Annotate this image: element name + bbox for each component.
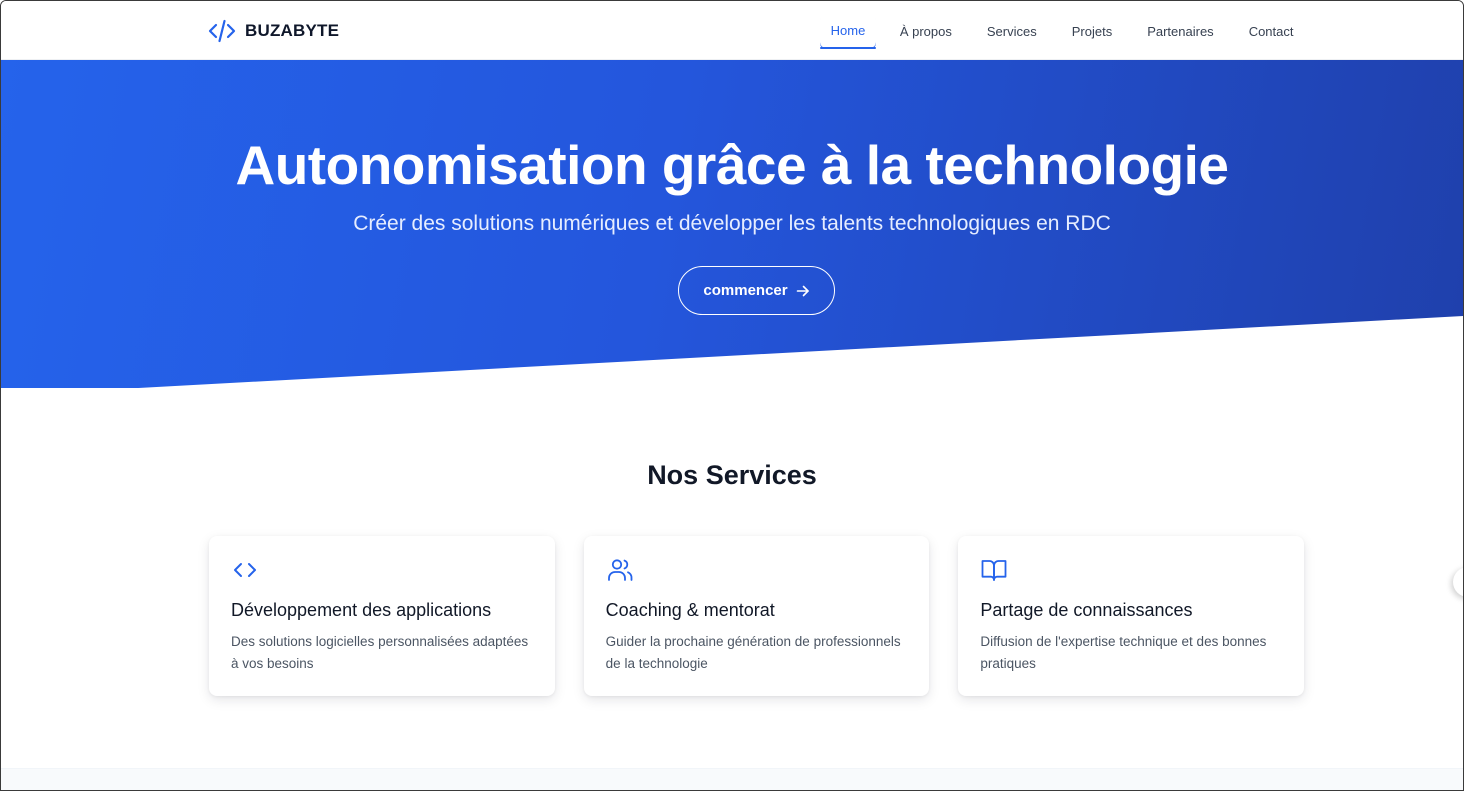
nav-home[interactable]: Home — [819, 15, 877, 49]
nav-projets[interactable]: Projets — [1054, 15, 1129, 49]
service-title: Développement des applications — [231, 600, 492, 620]
nav-services[interactable]: Services — [969, 15, 1054, 49]
service-description: Diffusion de l'expertise technique et de… — [980, 634, 1267, 671]
hero-title: Autonomisation grâce à la technologie — [235, 134, 1229, 196]
service-description: Des solutions logicielles personnalisées… — [231, 634, 529, 671]
book-open-icon — [981, 560, 1007, 581]
service-card-knowledge[interactable]: Partage de connaissances Diffusion de l'… — [958, 536, 1305, 696]
hero-subtitle: Créer des solutions numériques et dévelo… — [353, 212, 1111, 235]
service-title: Coaching & mentorat — [605, 600, 775, 620]
service-card-development[interactable]: Développement des applications Des solut… — [209, 536, 555, 696]
services-list: Développement des applications Des solut… — [209, 536, 1305, 696]
get-started-label: commencer — [703, 282, 788, 299]
code-icon — [208, 19, 236, 43]
get-started-button[interactable]: commencer — [678, 266, 835, 315]
service-title: Partage de connaissances — [980, 600, 1193, 620]
hero-section: Autonomisation grâce à la technologie Cr… — [1, 60, 1463, 388]
nav-contact[interactable]: Contact — [1231, 15, 1311, 49]
brand-logo[interactable]: BUZABYTE — [208, 19, 339, 43]
arrow-right-icon — [796, 285, 809, 296]
top-navbar: BUZABYTE Home À propos Services Projets … — [1, 1, 1463, 60]
page: BUZABYTE Home À propos Services Projets … — [0, 0, 1464, 791]
brand-name: BUZABYTE — [245, 21, 340, 40]
code-icon — [234, 563, 256, 577]
service-card-coaching[interactable]: Coaching & mentorat Guider la prochaine … — [583, 536, 930, 696]
nav-partenaires[interactable]: Partenaires — [1130, 15, 1231, 49]
main-menu: Home À propos Services Projets Partenair… — [819, 15, 1311, 49]
services-heading: Nos Services — [647, 460, 817, 490]
next-section-edge — [1, 768, 1463, 790]
service-description: Guider la prochaine génération de profes… — [605, 634, 901, 671]
nav-a-propos[interactable]: À propos — [882, 15, 969, 49]
users-icon — [607, 559, 633, 581]
floating-edge-handle[interactable] — [1453, 567, 1463, 597]
